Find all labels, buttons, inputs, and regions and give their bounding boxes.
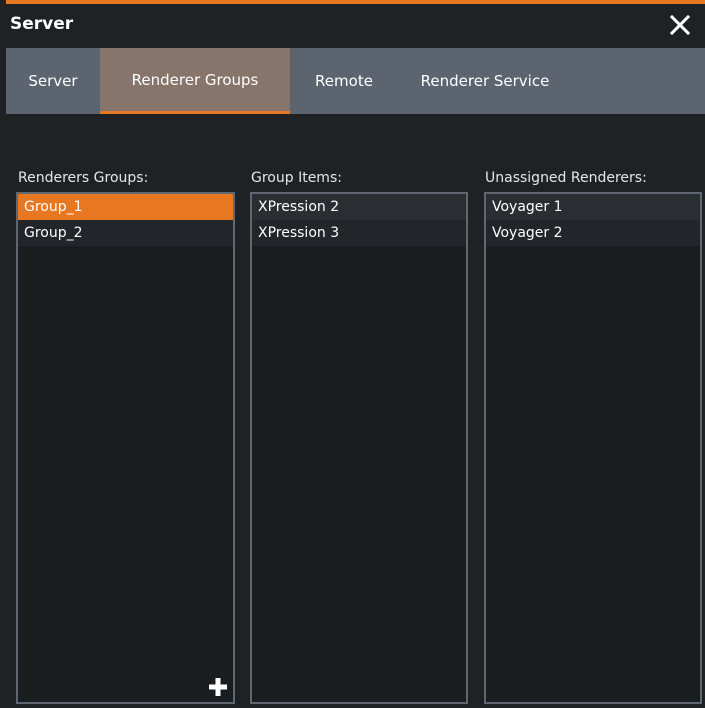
tab-label: Remote — [315, 72, 373, 90]
tab-label: Renderer Service — [420, 72, 550, 90]
list-item-group-1[interactable]: Group_1 — [18, 194, 233, 220]
tab-renderer-groups[interactable]: Renderer Groups — [100, 48, 290, 114]
renderer-groups-panel: Renderers Groups: Group_1 Group_2 Group … — [6, 114, 705, 708]
unassigned-list[interactable]: Voyager 1 Voyager 2 — [484, 192, 702, 704]
list-item-xpression-3[interactable]: XPression 3 — [252, 220, 466, 246]
list-item-voyager-1[interactable]: Voyager 1 — [486, 194, 700, 220]
close-icon — [669, 14, 691, 36]
groups-list[interactable]: Group_1 Group_2 — [16, 192, 235, 704]
plus-icon — [209, 678, 227, 696]
tab-label: Server — [28, 72, 78, 90]
tab-remote[interactable]: Remote — [290, 48, 398, 114]
tab-renderer-service[interactable]: Renderer Service — [398, 48, 572, 114]
list-item-group-2[interactable]: Group_2 — [18, 220, 233, 246]
unassigned-label: Unassigned Renderers: — [485, 170, 647, 186]
title-bar: Server — [6, 4, 705, 48]
tab-label: Renderer Groups — [131, 70, 259, 89]
add-group-button[interactable] — [207, 676, 229, 698]
window-title: Server — [10, 14, 74, 34]
tab-bar: Server Renderer Groups Remote Renderer S… — [6, 48, 705, 114]
groups-label: Renderers Groups: — [18, 170, 149, 186]
tab-server[interactable]: Server — [6, 48, 100, 114]
list-item-xpression-2[interactable]: XPression 2 — [252, 194, 466, 220]
close-button[interactable] — [667, 12, 693, 38]
group-items-list[interactable]: XPression 2 XPression 3 — [250, 192, 468, 704]
group-items-label: Group Items: — [251, 170, 342, 186]
list-item-voyager-2[interactable]: Voyager 2 — [486, 220, 700, 246]
server-dialog: Server Server Renderer Groups Remote Ren… — [6, 0, 705, 708]
